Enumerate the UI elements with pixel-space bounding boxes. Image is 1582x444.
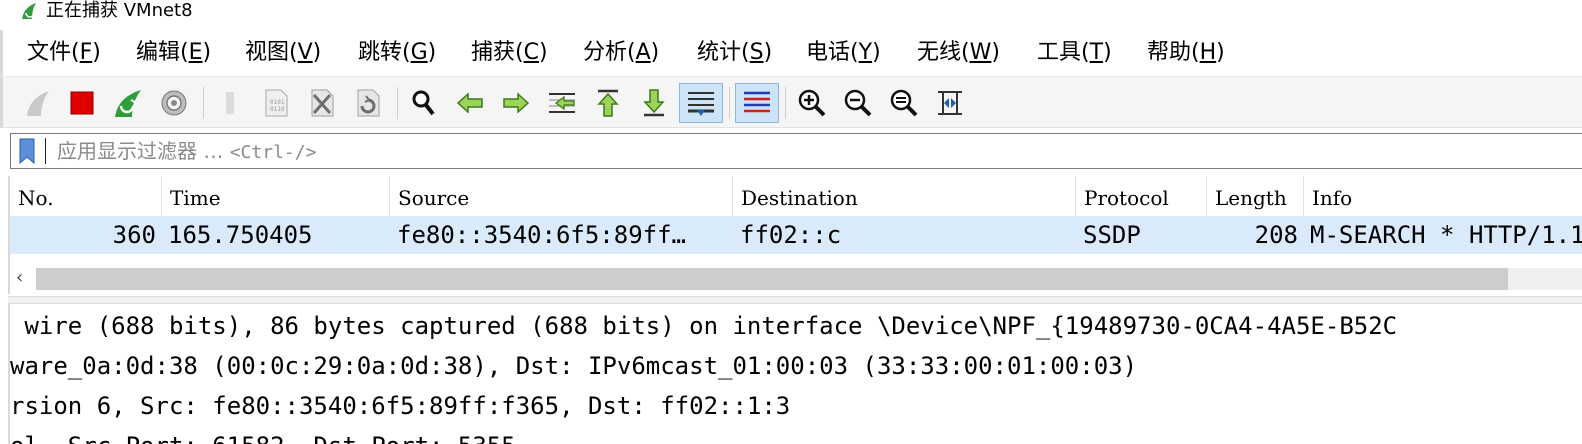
column-header-destination[interactable]: Destination bbox=[733, 176, 1076, 216]
menu-item-v[interactable]: 视图(V) bbox=[245, 38, 321, 68]
colorize-icon[interactable] bbox=[735, 83, 779, 123]
reload-file-icon[interactable] bbox=[349, 83, 387, 123]
detail-line-frame[interactable]: wire (688 bits), 86 bytes captured (688 … bbox=[10, 306, 1397, 346]
wireshark-capture-icon bbox=[22, 3, 36, 19]
menu-item-h[interactable]: 帮助(H) bbox=[1147, 38, 1225, 68]
cell-protocol: SSDP bbox=[1083, 221, 1141, 249]
toolbar-separator bbox=[729, 87, 730, 119]
column-header-no[interactable]: No. bbox=[10, 176, 162, 216]
start-capture-icon[interactable] bbox=[19, 83, 57, 123]
column-header-time[interactable]: Time bbox=[162, 176, 390, 216]
column-header-protocol[interactable]: Protocol bbox=[1076, 176, 1207, 216]
first-packet-icon[interactable] bbox=[589, 83, 627, 123]
menu-item-c[interactable]: 捕获(C) bbox=[471, 38, 548, 68]
cell-length: 208 bbox=[1254, 221, 1298, 249]
close-file-icon[interactable] bbox=[303, 83, 341, 123]
scrollbar-thumb[interactable] bbox=[36, 268, 1508, 290]
packet-list-header: No. Time Source Destination Protocol Len… bbox=[10, 176, 1582, 216]
packet-details: wire (688 bits), 86 bytes captured (688 … bbox=[8, 304, 1582, 444]
save-file-icon[interactable]: 0101 0110 bbox=[257, 83, 295, 123]
go-back-icon[interactable] bbox=[451, 83, 489, 123]
filter-bookmark-icon[interactable] bbox=[19, 138, 35, 164]
menu-item-s[interactable]: 统计(S) bbox=[697, 38, 772, 68]
toolbar-separator bbox=[397, 87, 398, 119]
menu-bar: 文件(F) 编辑(E) 视图(V) 跳转(G) 捕获(C) 分析(A) 统计(S) 电话(Y)… bbox=[0, 30, 1582, 76]
zoom-out-icon[interactable] bbox=[839, 83, 877, 123]
detail-line-udp[interactable]: ol, Src Port: 61582, Dst Port: 5355 bbox=[10, 426, 516, 444]
capture-options-icon[interactable] bbox=[155, 83, 193, 123]
stop-capture-icon[interactable] bbox=[63, 83, 101, 123]
menu-item-g[interactable]: 跳转(G) bbox=[358, 38, 436, 68]
go-to-packet-icon[interactable] bbox=[543, 83, 581, 123]
zoom-normal-icon[interactable] bbox=[885, 83, 923, 123]
menu-item-f[interactable]: 文件(F) bbox=[27, 38, 101, 68]
cell-info: M-SEARCH * HTTP/1.1 bbox=[1310, 221, 1582, 249]
window-title: 正在捕获 VMnet8 bbox=[46, 0, 193, 21]
horizontal-scrollbar[interactable]: ‹ bbox=[10, 266, 1582, 290]
detail-line-ethernet[interactable]: ware_0a:0d:38 (00:0c:29:0a:0d:38), Dst: … bbox=[10, 346, 1137, 386]
restart-capture-icon[interactable] bbox=[109, 83, 147, 123]
cell-source: fe80::3540:6f5:89ff… bbox=[397, 221, 686, 249]
zoom-in-icon[interactable] bbox=[793, 83, 831, 123]
find-packet-icon[interactable] bbox=[405, 83, 443, 123]
svg-text:0101: 0101 bbox=[270, 99, 285, 106]
resize-columns-icon[interactable] bbox=[931, 83, 969, 123]
menu-item-a[interactable]: 分析(A) bbox=[583, 38, 659, 68]
column-header-source[interactable]: Source bbox=[390, 176, 733, 216]
autoscroll-icon[interactable] bbox=[679, 83, 723, 123]
toolbar-separator bbox=[203, 87, 204, 119]
display-filter-input[interactable]: 应用显示过滤器 … <Ctrl-/> bbox=[10, 133, 1582, 169]
main-toolbar: 0101 0110 bbox=[0, 76, 1582, 128]
menu-item-e[interactable]: 编辑(E) bbox=[136, 38, 211, 68]
go-forward-icon[interactable] bbox=[497, 83, 535, 123]
filter-caret bbox=[45, 138, 46, 164]
menu-item-w[interactable]: 无线(W) bbox=[917, 38, 1000, 68]
toolbar-separator bbox=[785, 87, 786, 119]
packet-list: No. Time Source Destination Protocol Len… bbox=[8, 176, 1582, 294]
scroll-left-icon[interactable]: ‹ bbox=[16, 266, 23, 290]
svg-text:0110: 0110 bbox=[270, 106, 285, 113]
column-header-length[interactable]: Length bbox=[1207, 176, 1304, 216]
open-file-icon[interactable] bbox=[211, 83, 249, 123]
pane-splitter[interactable] bbox=[8, 296, 1582, 304]
cell-no: 360 bbox=[112, 221, 156, 249]
cell-time: 165.750405 bbox=[168, 221, 313, 249]
detail-line-ipv6[interactable]: rsion 6, Src: fe80::3540:6f5:89ff:f365, … bbox=[10, 386, 790, 426]
title-bar: 正在捕获 VMnet8 bbox=[0, 0, 1582, 24]
column-header-info[interactable]: Info bbox=[1304, 176, 1582, 216]
last-packet-icon[interactable] bbox=[635, 83, 673, 123]
table-row[interactable]: 360 165.750405 fe80::3540:6f5:89ff… ff02… bbox=[10, 216, 1582, 254]
menu-item-y[interactable]: 电话(Y) bbox=[806, 38, 881, 68]
menu-item-t[interactable]: 工具(T) bbox=[1037, 38, 1112, 68]
cell-destination: ff02::c bbox=[740, 221, 842, 249]
filter-placeholder: 应用显示过滤器 … <Ctrl-/> bbox=[57, 139, 317, 163]
